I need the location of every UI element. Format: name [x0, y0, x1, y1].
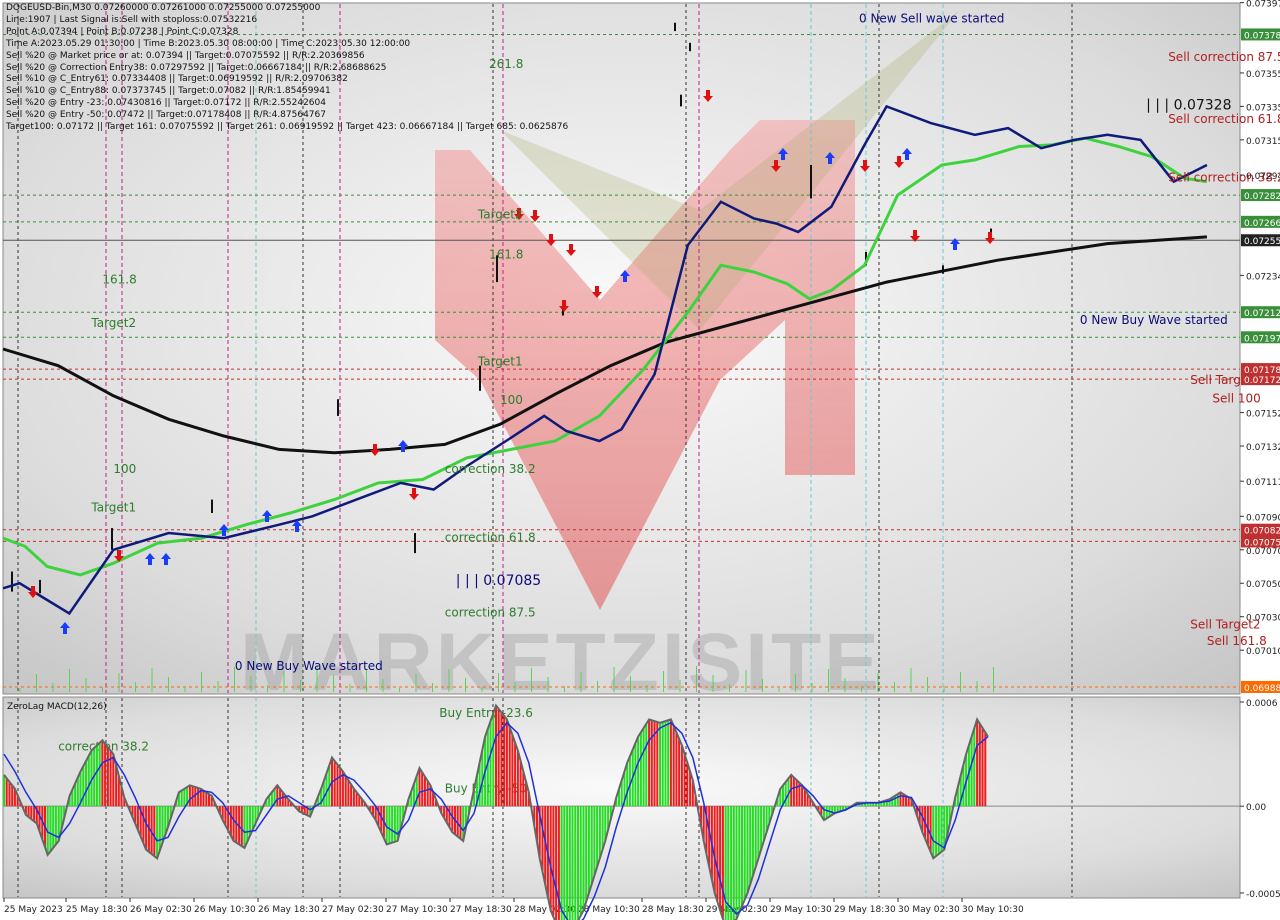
time-tick-label: 27 May 02:30 [322, 905, 384, 915]
info-line: Sell %10 @ C_Entry88: 0.07373745 || Targ… [6, 86, 331, 97]
info-line: Sell %20 @ Entry -50: 0.07472 || Target:… [6, 110, 326, 121]
chart-annotation: | | | 0.07085 [456, 573, 541, 589]
info-line: Time A:2023.05.29 01:30:00 | Time B:2023… [6, 38, 411, 49]
price-tick-label: 0.07172 [1244, 376, 1280, 386]
price-tick-label: 0.06988 [1244, 684, 1280, 694]
info-line: Sell %10 @ C_Entry61: 0.07334408 || Targ… [6, 74, 348, 85]
time-tick-label: 26 May 18:30 [258, 905, 320, 915]
info-line: Sell %20 @ Entry -23: 0.07430816 || Targ… [6, 98, 326, 109]
chart-annotation: correction 61.8 [445, 530, 536, 544]
chart-annotation: correction 87.5 [445, 606, 536, 620]
price-tick-label: 0.07282 [1244, 192, 1280, 202]
info-line: Sell %20 @ Correction Entry38: 0.0729759… [6, 62, 387, 73]
price-tick-label: 0.07082 [1244, 527, 1280, 537]
time-tick-label: 26 May 02:30 [130, 905, 192, 915]
price-tick-label: 0.07030 [1246, 614, 1280, 624]
time-tick-label: 25 May 2023 [4, 905, 63, 915]
price-tick-label: 0.07050 [1246, 580, 1280, 590]
info-line: Line:1907 | Last Signal is:Sell with sto… [6, 14, 258, 25]
price-tick-label: 0.07378 [1244, 31, 1280, 41]
time-tick-label: 30 May 02:30 [898, 905, 960, 915]
time-tick-label: 27 May 10:30 [386, 905, 448, 915]
price-tick-label: 0.07152 [1246, 410, 1280, 420]
chart-annotation: Target2 [90, 316, 136, 330]
info-line: Sell %20 @ Market price or at: 0.07394 |… [6, 50, 365, 61]
price-tick-label: 0.07266 [1244, 219, 1280, 229]
price-tick-label: 0.07070 [1246, 547, 1280, 557]
price-tick-label: 0.07197 [1244, 334, 1280, 344]
price-tick-label: 0.07397 [1246, 0, 1280, 10]
time-tick-label: 25 May 18:30 [66, 905, 128, 915]
chart-annotation: Buy Entry -23.6 [439, 706, 533, 720]
chart-root: MARKETZISITE 0 New Sell wave started Sell… [0, 0, 1280, 920]
price-tick-label: 0.07111 [1246, 478, 1280, 488]
macd-tick-label: 0.0006 [1246, 699, 1278, 709]
time-tick-label: 29 May 10:30 [770, 905, 832, 915]
macd-tick-label: -0.0005 [1246, 890, 1280, 900]
time-tick-label: 29 May 18:30 [834, 905, 896, 915]
info-panel: DOGEUSD-Bin,M30 0.07260000 0.07261000 0.… [6, 3, 568, 134]
price-tick-label: 0.07294 [1246, 172, 1280, 182]
chart-annotation: 0 New Buy Wave started [235, 659, 383, 673]
chart-annotation: 0 New Buy Wave started [1080, 313, 1228, 327]
price-tick-label: 0.07335 [1246, 103, 1280, 113]
price-tick-label: 0.07090 [1246, 513, 1280, 523]
chart-annotation: Sell 161.8 [1207, 634, 1267, 648]
chart-annotation: 161.8 [102, 273, 136, 287]
info-line: DOGEUSD-Bin,M30 0.07260000 0.07261000 0.… [6, 3, 321, 13]
price-tick-label: 0.07355 [1246, 70, 1280, 80]
price-tick-label: 0.07212 [1244, 309, 1280, 319]
chart-annotation: Sell correction 87.5 [1168, 50, 1280, 64]
chart-annotation: Target2 [477, 208, 523, 222]
macd-tick-label: 0.00 [1246, 803, 1266, 813]
chart-canvas[interactable]: MARKETZISITE 0 New Sell wave startedSell… [0, 0, 1280, 920]
chart-annotation: Target1 [90, 500, 136, 514]
chart-annotation: 100 [113, 462, 136, 476]
chart-annotation: 161.8 [489, 248, 523, 262]
chart-annotation: Target1 [477, 355, 523, 369]
price-tick-label: 0.07234 [1246, 272, 1280, 282]
chart-annotation: 100 [500, 393, 523, 407]
price-tick-label: 0.07132 [1246, 443, 1280, 453]
info-line: Target100: 0.07172 || Target 161: 0.0707… [6, 122, 569, 133]
time-tick-label: 30 May 10:30 [962, 905, 1024, 915]
info-line: Point A:0.07394 | Point B:0.07238 | Poin… [6, 26, 239, 37]
time-tick-label: 27 May 18:30 [450, 905, 512, 915]
macd-title: ZeroLag MACD(12,26) [7, 702, 107, 712]
price-tick-label: 0.07315 [1246, 137, 1280, 147]
chart-annotation: Sell correction 61.8 [1168, 112, 1280, 126]
price-tick-label: 0.07010 [1246, 647, 1280, 657]
chart-annotation: Sell 100 [1212, 392, 1260, 406]
chart-annotation: 0 New Sell wave started [859, 12, 1004, 26]
time-tick-label: 26 May 10:30 [194, 905, 256, 915]
chart-annotation: correction 38.2 [445, 462, 536, 476]
price-tick-label: 0.07255 [1244, 237, 1280, 247]
time-tick-label: 28 May 18:30 [642, 905, 704, 915]
